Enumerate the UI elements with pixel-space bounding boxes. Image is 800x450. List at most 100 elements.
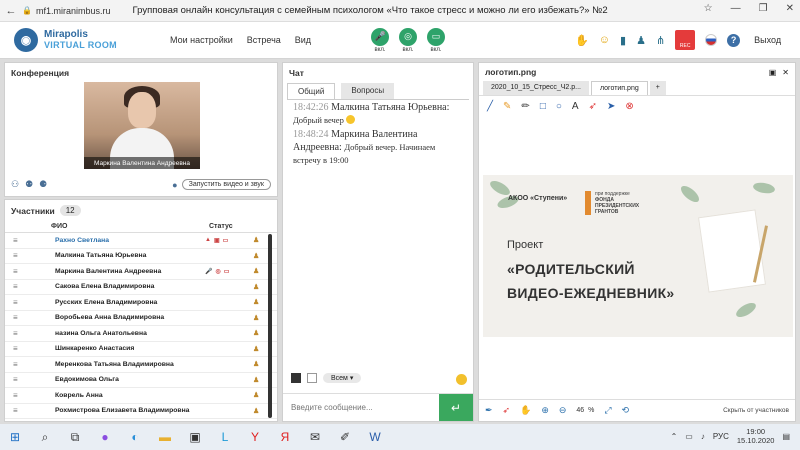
tab-logo[interactable]: логотип.png [591, 81, 648, 95]
row-menu-icon[interactable]: ≡ [13, 251, 27, 260]
zoom-in-icon[interactable]: ⊕ [541, 405, 549, 416]
participant-row[interactable]: ≡ Русских Елена Владимировна ♟ [5, 295, 277, 311]
participant-row[interactable]: ≡ Коврель Анна ♟ [5, 388, 277, 404]
participant-row[interactable]: ≡ назина Ольга Анатольевна ♟ [5, 326, 277, 342]
menu-my-settings[interactable]: Мои настройки [170, 35, 233, 45]
clear-all-icon[interactable]: ⊗ [625, 101, 633, 112]
browser-url[interactable]: mf1.miranimbus.ru [36, 6, 111, 16]
paint-icon[interactable]: ✐ [330, 430, 360, 444]
start-video-button[interactable]: Запустить видео и звук [181, 179, 271, 190]
recipient-select[interactable]: Всем ▾ [323, 373, 362, 383]
notifications-icon[interactable]: ▤ [782, 432, 790, 441]
exit-button[interactable]: Выход [754, 35, 781, 45]
zoom-level[interactable]: 46 % [576, 407, 594, 414]
broadcast-icon[interactable]: ⚈ [39, 179, 47, 190]
mail-icon[interactable]: ✉ [300, 430, 330, 444]
row-menu-icon[interactable]: ≡ [13, 344, 27, 353]
row-menu-icon[interactable]: ≡ [13, 236, 27, 245]
search-icon[interactable]: ⌕ [30, 430, 60, 445]
emotion-icon[interactable]: ☺ [599, 34, 610, 46]
row-menu-icon[interactable]: ≡ [13, 282, 27, 291]
minimize-icon[interactable]: — [731, 3, 741, 14]
participant-row[interactable]: ≡ Рохмистрова Елизавета Владимировна ♟ [5, 404, 277, 419]
back-arrow-icon[interactable]: ← [0, 5, 22, 17]
hand-pan-icon[interactable]: ✋ [520, 405, 531, 416]
pointer-mode-icon[interactable]: ➶ [503, 405, 511, 416]
participant-row[interactable]: ≡ Маркина Валентина Андреевна 🎤 ◎ ▭ ♟ [5, 264, 277, 280]
participants-video-icon[interactable]: ⚇ [11, 179, 19, 190]
row-menu-icon[interactable]: ≡ [13, 360, 27, 369]
text-color-icon[interactable] [291, 373, 301, 383]
participant-row[interactable]: ≡ Рахно Светлана ▲ ▣ ▭ ♟ [5, 233, 277, 249]
clock[interactable]: 19:00 15.10.2020 [737, 427, 775, 445]
tray-chevron-icon[interactable]: ⌃ [671, 432, 678, 441]
bookmark-icon[interactable]: ☆ [704, 3, 713, 14]
restore-window-icon[interactable]: ▣ [769, 68, 777, 77]
windows-start-icon[interactable]: ⊞ [0, 430, 30, 444]
close-icon[interactable]: ✕ [786, 3, 794, 14]
video-feed[interactable]: Маркина Валентина Андреевна [84, 82, 200, 169]
row-menu-icon[interactable]: ≡ [13, 329, 27, 338]
participants-scrollbar[interactable] [268, 234, 272, 418]
edge-browser-icon[interactable]: ◐ [120, 430, 150, 444]
tab-questions[interactable]: Вопросы [341, 83, 395, 99]
send-button[interactable]: ↵ [439, 394, 473, 421]
alice-icon[interactable]: ● [90, 430, 120, 444]
language-indicator[interactable]: РУС [713, 432, 729, 441]
store-icon[interactable]: ▣ [180, 430, 210, 444]
emoji-picker-icon[interactable] [456, 374, 467, 385]
participant-row[interactable]: ≡ Малкина Татьяна Юрьевна ♟ [5, 249, 277, 264]
line-tool-icon[interactable]: ╱ [487, 101, 493, 112]
app-l-icon[interactable]: L [210, 430, 240, 444]
help-icon[interactable]: ? [727, 33, 741, 47]
screen-share-toggle[interactable]: ▭ вкл. [427, 27, 446, 53]
rectangle-tool-icon[interactable]: □ [540, 101, 546, 112]
participant-row[interactable]: ≡ Меренкова Татьяна Владимировна ♟ [5, 357, 277, 373]
participant-row[interactable]: ≡ Шинкаренко Анастасия ♟ [5, 342, 277, 357]
close-panel-icon[interactable]: ✕ [782, 68, 789, 77]
chat-message-input[interactable] [283, 403, 433, 412]
row-menu-icon[interactable]: ≡ [13, 267, 27, 276]
select-pointer-icon[interactable]: ➤ [607, 101, 615, 112]
pen-mode-icon[interactable]: ✒ [485, 405, 493, 416]
ellipse-tool-icon[interactable]: ○ [556, 101, 562, 112]
participant-row[interactable]: ≡ Сакова Елена Владимировна ♟ [5, 280, 277, 295]
language-flag-icon[interactable] [705, 34, 718, 46]
tree-icon[interactable]: ⋔ [656, 34, 665, 47]
participant-row[interactable]: ≡ Воробьева Анна Владимировна ♟ [5, 311, 277, 326]
add-tab-button[interactable]: + [649, 81, 666, 95]
raise-hand-icon[interactable]: ✋ [575, 34, 589, 47]
network-icon[interactable]: ▭ [685, 432, 693, 441]
task-view-icon[interactable]: ⧉ [60, 430, 90, 445]
maximize-icon[interactable]: ❐ [759, 3, 768, 14]
row-menu-icon[interactable]: ≡ [13, 298, 27, 307]
record-button[interactable]: REC [675, 30, 696, 50]
tab-pdf[interactable]: 2020_10_15_Стресс_Ч2.p... [483, 81, 589, 95]
row-menu-icon[interactable]: ≡ [13, 313, 27, 322]
background-color-icon[interactable] [307, 373, 317, 383]
yandex-icon[interactable]: Я [270, 430, 300, 444]
microphone-toggle[interactable]: 🎤 вкл. [371, 27, 390, 53]
yandex-browser-icon[interactable]: Y [240, 430, 270, 444]
sync-icon[interactable]: ⟲ [622, 405, 630, 416]
row-menu-icon[interactable]: ≡ [13, 406, 27, 415]
fit-screen-icon[interactable]: ⤢ [604, 405, 611, 416]
camera-toggle[interactable]: ◎ вкл. [399, 27, 418, 53]
explorer-folder-icon[interactable]: ▬ [150, 430, 180, 444]
menu-view[interactable]: Вид [295, 35, 311, 45]
marker-tool-icon[interactable]: ✎ [503, 101, 511, 112]
speakers-icon[interactable]: ⚉ [25, 179, 33, 190]
participant-row[interactable]: ≡ Евдокимова Ольга ♟ [5, 373, 277, 388]
tab-general[interactable]: Общий [287, 83, 336, 99]
poll-chart-icon[interactable]: ▮ [620, 34, 626, 47]
row-menu-icon[interactable]: ≡ [13, 391, 27, 400]
text-tool-icon[interactable]: A [572, 101, 579, 112]
volume-icon[interactable]: ♪ [701, 432, 705, 441]
row-menu-icon[interactable]: ≡ [13, 375, 27, 384]
users-group-icon[interactable]: ♟ [636, 34, 646, 47]
word-icon[interactable]: W [360, 430, 390, 444]
laser-pointer-icon[interactable]: ➶ [589, 101, 597, 112]
zoom-out-icon[interactable]: ⊖ [559, 405, 567, 416]
hide-from-participants-button[interactable]: Скрыть от участников [723, 407, 789, 414]
menu-meeting[interactable]: Встреча [247, 35, 281, 45]
